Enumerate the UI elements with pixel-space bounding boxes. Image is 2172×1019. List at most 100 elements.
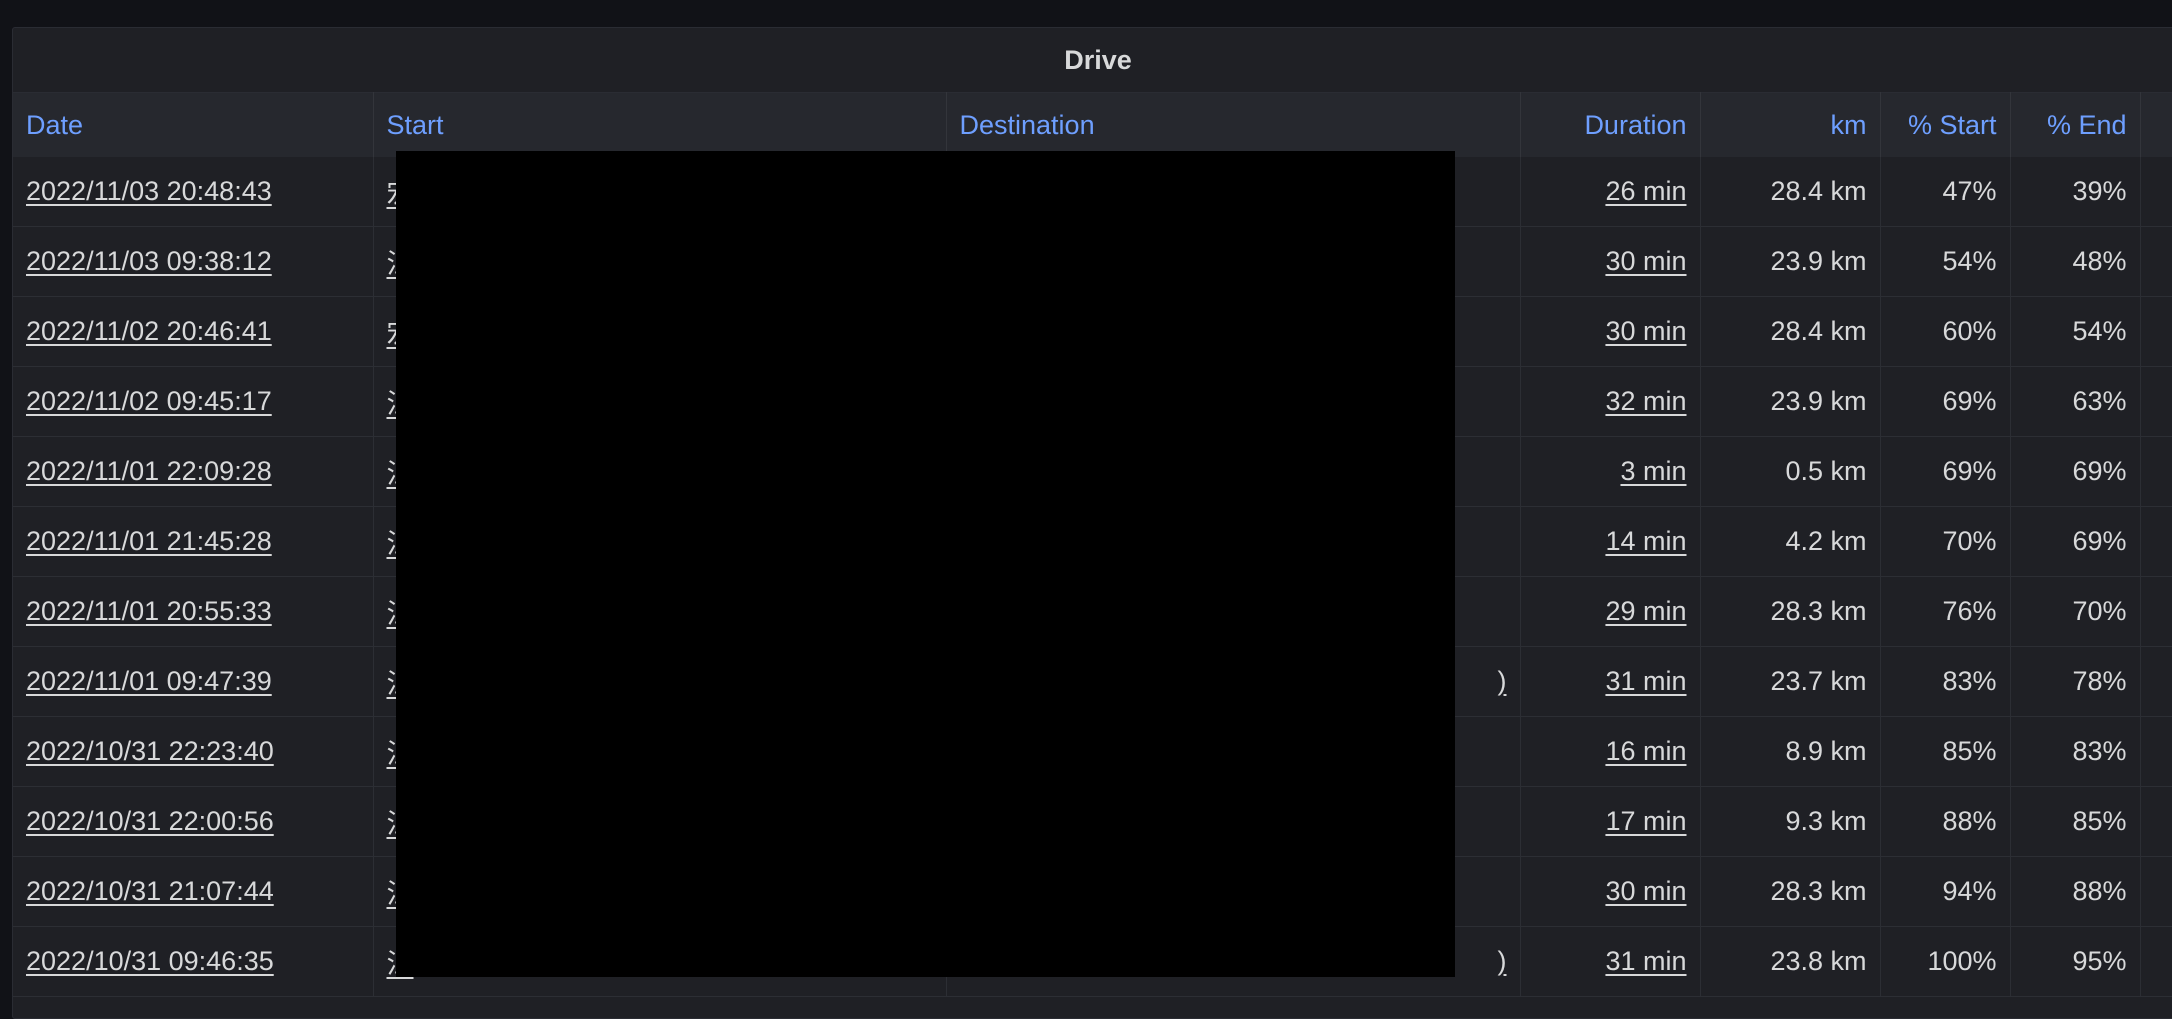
duration-link[interactable]: 31 min [1605, 666, 1686, 696]
cell-duration: 29 min [1520, 576, 1701, 647]
cell-pct-start: 70% [1880, 506, 2011, 577]
panel-title: Drive [1064, 44, 1132, 75]
cell-pct-end: 69% [2010, 436, 2141, 507]
cell-filler [2140, 436, 2172, 507]
date-link[interactable]: 2022/10/31 22:23:40 [26, 736, 274, 766]
cell-pct-end: 95% [2010, 926, 2141, 997]
date-link[interactable]: 2022/10/31 21:07:44 [26, 876, 274, 906]
date-link[interactable]: 2022/11/03 20:48:43 [26, 176, 272, 206]
cell-date: 2022/11/03 20:48:43 [13, 157, 374, 227]
cell-filler [2140, 296, 2172, 367]
cell-date: 2022/11/03 09:38:12 [13, 226, 374, 297]
cell-date: 2022/10/31 22:00:56 [13, 786, 374, 857]
cell-pct-start: 69% [1880, 366, 2011, 437]
cell-km: 9.3 km [1700, 786, 1881, 857]
cell-filler [2140, 506, 2172, 577]
cell-pct-start: 94% [1880, 856, 2011, 927]
cell-duration: 3 min [1520, 436, 1701, 507]
cell-filler [2140, 366, 2172, 437]
column-header-date[interactable]: Date [13, 92, 374, 157]
duration-link[interactable]: 29 min [1605, 596, 1686, 626]
table-header-row: Date Start Destination Duration km % Sta… [13, 92, 2172, 157]
cell-pct-start: 54% [1880, 226, 2011, 297]
cell-km: 23.9 km [1700, 226, 1881, 297]
cell-km: 28.3 km [1700, 576, 1881, 647]
cell-duration: 31 min [1520, 646, 1701, 717]
duration-link[interactable]: 17 min [1605, 806, 1686, 836]
column-header-pct-start[interactable]: % Start [1880, 92, 2011, 157]
cell-filler [2140, 157, 2172, 227]
cell-filler [2140, 576, 2172, 647]
date-link[interactable]: 2022/10/31 22:00:56 [26, 806, 274, 836]
destination-link[interactable]: ) [1498, 946, 1507, 976]
cell-date: 2022/10/31 21:07:44 [13, 856, 374, 927]
cell-filler [2140, 786, 2172, 857]
cell-km: 4.2 km [1700, 506, 1881, 577]
cell-pct-end: 78% [2010, 646, 2141, 717]
cell-pct-end: 63% [2010, 366, 2141, 437]
cell-pct-end: 88% [2010, 856, 2141, 927]
cell-pct-start: 88% [1880, 786, 2011, 857]
column-header-start[interactable]: Start [373, 92, 947, 157]
cell-km: 28.4 km [1700, 296, 1881, 367]
cell-pct-start: 47% [1880, 157, 2011, 227]
cell-filler [2140, 716, 2172, 787]
cell-pct-end: 85% [2010, 786, 2141, 857]
cell-date: 2022/11/01 20:55:33 [13, 576, 374, 647]
column-header-km[interactable]: km [1700, 92, 1881, 157]
cell-pct-start: 83% [1880, 646, 2011, 717]
cell-filler [2140, 856, 2172, 927]
cell-filler [2140, 646, 2172, 717]
cell-pct-start: 85% [1880, 716, 2011, 787]
duration-link[interactable]: 30 min [1605, 876, 1686, 906]
cell-date: 2022/11/02 09:45:17 [13, 366, 374, 437]
duration-link[interactable]: 16 min [1605, 736, 1686, 766]
date-link[interactable]: 2022/11/02 09:45:17 [26, 386, 272, 416]
column-header-destination[interactable]: Destination [946, 92, 1521, 157]
destination-link[interactable]: ) [1498, 666, 1507, 696]
column-header-filler [2140, 92, 2172, 157]
cell-duration: 16 min [1520, 716, 1701, 787]
panel-header: Drive [13, 28, 2172, 92]
cell-date: 2022/10/31 22:23:40 [13, 716, 374, 787]
cell-pct-start: 76% [1880, 576, 2011, 647]
cell-pct-end: 39% [2010, 157, 2141, 227]
cell-date: 2022/11/01 21:45:28 [13, 506, 374, 577]
cell-pct-end: 70% [2010, 576, 2141, 647]
duration-link[interactable]: 32 min [1605, 386, 1686, 416]
cell-km: 0.5 km [1700, 436, 1881, 507]
duration-link[interactable]: 30 min [1605, 316, 1686, 346]
cell-duration: 30 min [1520, 296, 1701, 367]
cell-km: 23.9 km [1700, 366, 1881, 437]
date-link[interactable]: 2022/11/01 09:47:39 [26, 666, 272, 696]
cell-pct-end: 54% [2010, 296, 2141, 367]
duration-link[interactable]: 3 min [1620, 456, 1686, 486]
column-header-duration[interactable]: Duration [1520, 92, 1701, 157]
cell-km: 23.7 km [1700, 646, 1881, 717]
cell-date: 2022/11/01 09:47:39 [13, 646, 374, 717]
duration-link[interactable]: 14 min [1605, 526, 1686, 556]
duration-link[interactable]: 30 min [1605, 246, 1686, 276]
cell-pct-start: 100% [1880, 926, 2011, 997]
date-link[interactable]: 2022/11/01 22:09:28 [26, 456, 272, 486]
date-link[interactable]: 2022/11/02 20:46:41 [26, 316, 272, 346]
cell-date: 2022/10/31 09:46:35 [13, 926, 374, 997]
cell-pct-start: 60% [1880, 296, 2011, 367]
date-link[interactable]: 2022/11/03 09:38:12 [26, 246, 272, 276]
duration-link[interactable]: 26 min [1605, 176, 1686, 206]
date-link[interactable]: 2022/10/31 09:46:35 [26, 946, 274, 976]
cell-filler [2140, 226, 2172, 297]
cell-pct-end: 83% [2010, 716, 2141, 787]
cell-duration: 30 min [1520, 856, 1701, 927]
cell-pct-end: 48% [2010, 226, 2141, 297]
cell-filler [2140, 926, 2172, 997]
cell-duration: 26 min [1520, 157, 1701, 227]
cell-duration: 17 min [1520, 786, 1701, 857]
duration-link[interactable]: 31 min [1605, 946, 1686, 976]
column-header-pct-end[interactable]: % End [2010, 92, 2141, 157]
date-link[interactable]: 2022/11/01 20:55:33 [26, 596, 272, 626]
cell-pct-start: 69% [1880, 436, 2011, 507]
cell-duration: 31 min [1520, 926, 1701, 997]
cell-km: 8.9 km [1700, 716, 1881, 787]
date-link[interactable]: 2022/11/01 21:45:28 [26, 526, 272, 556]
